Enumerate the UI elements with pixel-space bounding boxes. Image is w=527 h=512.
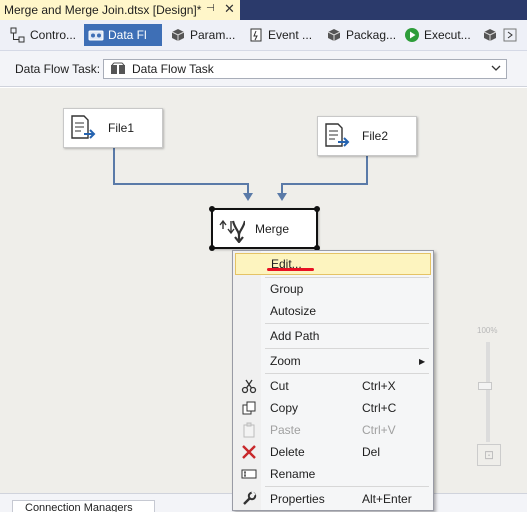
menu-item-shortcut: Ctrl+X (362, 379, 396, 393)
pin-icon[interactable]: ⊣ (206, 3, 215, 14)
menu-separator (265, 373, 429, 374)
rename-icon (241, 466, 257, 482)
copy-icon (241, 400, 257, 416)
menu-item-shortcut: Alt+Enter (362, 492, 412, 506)
task-selector-row: Data Flow Task: Data Flow Task (0, 51, 527, 87)
resize-handle[interactable] (209, 245, 215, 251)
execute-icon (404, 27, 420, 43)
component-label: File2 (362, 129, 389, 143)
menu-item-label: Paste (270, 423, 301, 437)
tab-parameters[interactable]: Param... (166, 24, 239, 46)
menu-item-delete[interactable]: Delete Del (235, 441, 431, 463)
menu-item-label: Zoom (270, 354, 301, 368)
delete-icon (241, 444, 257, 460)
tab-package-explorer[interactable]: Packag... (322, 24, 400, 46)
tab-overflow[interactable] (478, 24, 522, 46)
resize-handle[interactable] (314, 206, 320, 212)
event-handlers-icon (248, 27, 264, 43)
document-tab[interactable]: Merge and Merge Join.dtsx [Design]* ⊣ ✕ (0, 0, 240, 20)
menu-item-shortcut: Ctrl+V (362, 423, 396, 437)
menu-item-properties[interactable]: Properties Alt+Enter (235, 488, 431, 510)
flat-file-source-icon (324, 122, 352, 150)
document-tab-title: Merge and Merge Join.dtsx [Design]* (4, 3, 202, 17)
task-selector-value: Data Flow Task (132, 62, 214, 76)
menu-item-add-path[interactable]: Add Path (235, 325, 431, 347)
path-file1-to-merge[interactable] (113, 148, 253, 201)
paste-icon (241, 422, 257, 438)
component-merge[interactable]: Merge (209, 206, 320, 251)
tab-control-flow[interactable]: Contro... (6, 24, 80, 46)
menu-item-autosize[interactable]: Autosize (235, 300, 431, 322)
menu-item-paste[interactable]: Paste Ctrl+V (235, 419, 431, 441)
control-flow-icon (10, 27, 26, 43)
submenu-arrow-icon: ▶ (419, 356, 426, 366)
connection-managers-tab[interactable]: Connection Managers (12, 500, 155, 512)
menu-item-shortcut: Del (362, 445, 381, 459)
menu-item-label: Rename (270, 467, 316, 481)
tab-label: Packag... (346, 28, 397, 42)
path-file2-to-merge[interactable] (277, 156, 368, 201)
tab-label: Event ... (268, 28, 313, 42)
menu-item-label: Copy (270, 401, 299, 415)
menu-separator (265, 323, 429, 324)
menu-separator (265, 486, 429, 487)
menu-item-edit[interactable]: Edit... (235, 253, 431, 275)
menu-item-label: Add Path (270, 329, 320, 343)
annotation-underline (267, 268, 314, 271)
menu-item-label: Group (270, 282, 304, 296)
task-selector-label: Data Flow Task: (15, 62, 101, 76)
task-selector-dropdown[interactable]: Data Flow Task (103, 59, 507, 79)
menu-item-label: Delete (270, 445, 305, 459)
merge-icon (217, 215, 247, 244)
zoom-slider-thumb[interactable] (478, 382, 492, 390)
menu-item-label: Properties (270, 492, 325, 506)
document-tab-strip: Merge and Merge Join.dtsx [Design]* ⊣ ✕ (0, 0, 527, 20)
package-explorer-icon (326, 27, 342, 43)
menu-item-group[interactable]: Group (235, 278, 431, 300)
menu-item-zoom[interactable]: Zoom ▶ (235, 350, 431, 372)
menu-separator (265, 348, 429, 349)
zoom-percent: 100% (477, 326, 498, 335)
wrench-icon (241, 491, 257, 507)
resize-handle[interactable] (209, 206, 215, 212)
component-label: File1 (108, 121, 135, 135)
tab-label: Param... (190, 28, 236, 42)
tab-data-flow[interactable]: Data Fl (84, 24, 162, 46)
component-file2[interactable]: File2 (317, 116, 417, 156)
tab-execute[interactable]: Execut... (400, 24, 475, 46)
package-icon (482, 27, 498, 43)
data-flow-task-icon (110, 62, 126, 76)
chevron-right-icon (502, 27, 518, 43)
tab-label: Data Fl (108, 28, 147, 42)
menu-item-label: Autosize (270, 304, 317, 318)
component-file1[interactable]: File1 (63, 108, 163, 148)
scissors-icon (241, 378, 257, 394)
parameters-icon (170, 27, 186, 43)
close-icon[interactable]: ✕ (224, 1, 235, 17)
menu-item-label: Cut (270, 379, 289, 393)
zoom-slider-track[interactable] (486, 342, 490, 442)
component-label: Merge (255, 221, 290, 236)
tab-label: Contro... (30, 28, 77, 42)
tab-label: Execut... (424, 28, 471, 42)
menu-item-rename[interactable]: Rename (235, 463, 431, 485)
chevron-down-icon[interactable] (490, 62, 502, 77)
zoom-to-fit-icon[interactable]: ⊡ (477, 444, 501, 466)
data-flow-icon (88, 27, 104, 43)
flat-file-source-icon (70, 114, 98, 142)
tab-event-handlers[interactable]: Event ... (244, 24, 316, 46)
menu-item-copy[interactable]: Copy Ctrl+C (235, 397, 431, 419)
zoom-control: 100% ⊡ (474, 324, 504, 474)
designer-tabs-bar: Contro... Data Fl Param... Event ... Pac… (0, 20, 527, 51)
menu-item-shortcut: Ctrl+C (362, 401, 397, 415)
context-menu: Edit... Group Autosize Add Path Zoom ▶ C… (232, 250, 434, 511)
menu-item-cut[interactable]: Cut Ctrl+X (235, 375, 431, 397)
